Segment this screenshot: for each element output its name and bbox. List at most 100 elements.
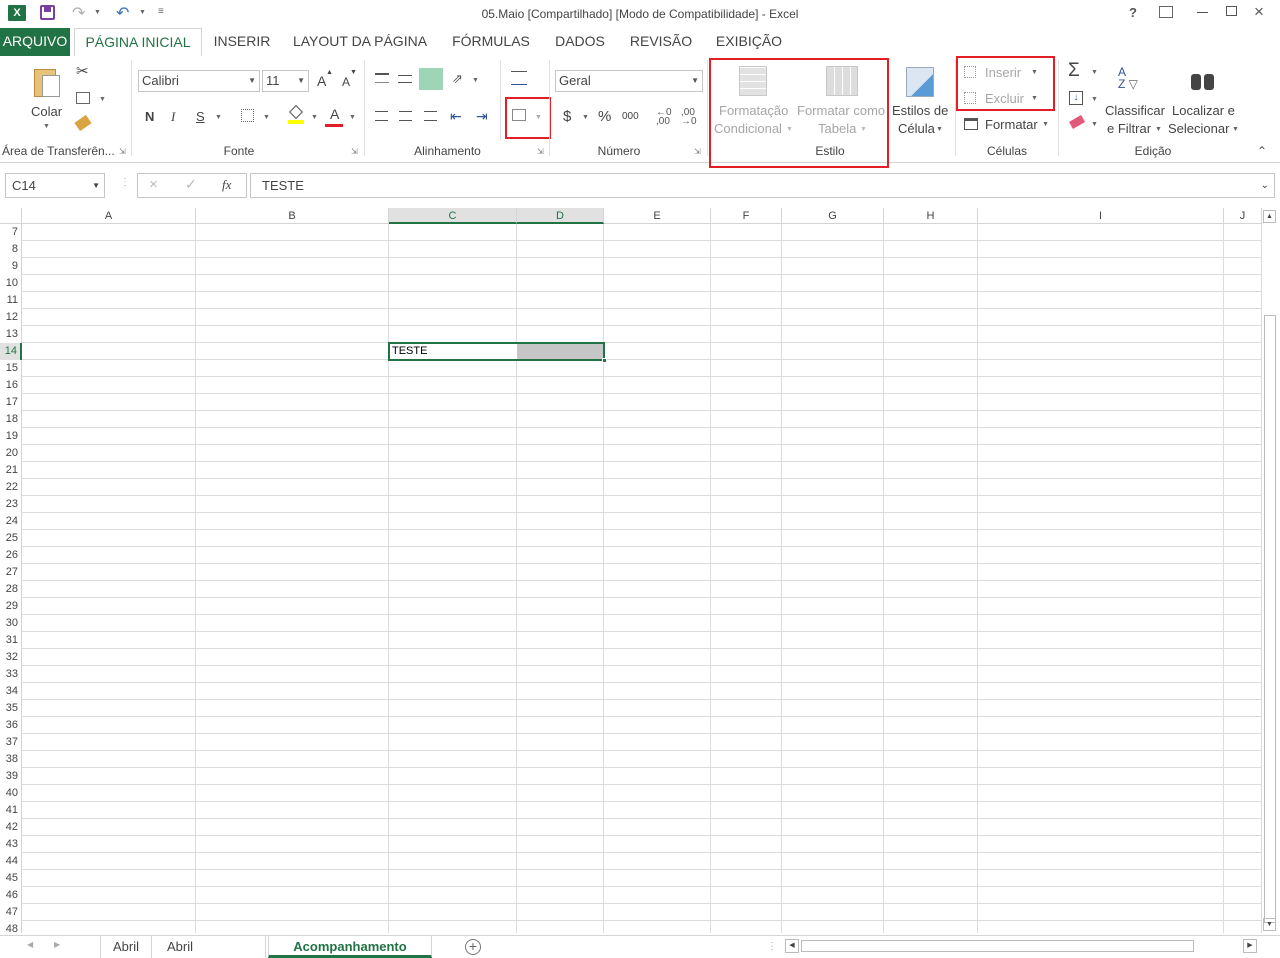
align-center-icon[interactable]: [399, 111, 412, 121]
column-header-g[interactable]: G: [782, 208, 884, 224]
clear-icon[interactable]: [1068, 115, 1086, 129]
scroll-left-icon[interactable]: ◀: [785, 939, 799, 953]
cell-styles-label2[interactable]: Célula: [898, 121, 935, 136]
decrease-decimal-icon[interactable]: ,00 →0: [681, 108, 697, 127]
sort-filter-label1[interactable]: Classificar: [1105, 103, 1165, 118]
comma-style-button[interactable]: 000: [622, 111, 639, 122]
align-top-icon[interactable]: [375, 73, 389, 83]
name-box[interactable]: C14 ▼: [5, 173, 105, 198]
row-header[interactable]: 16: [0, 377, 22, 394]
row-header[interactable]: 30: [0, 615, 22, 632]
row-header[interactable]: 31: [0, 632, 22, 649]
collapse-ribbon-icon[interactable]: ⌃: [1257, 144, 1267, 158]
tab-formulas[interactable]: FÓRMULAS: [446, 28, 536, 56]
column-header-j[interactable]: J: [1224, 208, 1262, 224]
currency-dropdown-icon[interactable]: ▼: [582, 114, 589, 121]
currency-button[interactable]: $: [563, 108, 571, 125]
row-header[interactable]: 19: [0, 428, 22, 445]
row-header[interactable]: 12: [0, 309, 22, 326]
row-header[interactable]: 34: [0, 683, 22, 700]
copy-icon[interactable]: [76, 92, 90, 104]
minimize-button[interactable]: [1197, 12, 1208, 13]
horizontal-scrollbar[interactable]: ◀ ▶: [785, 939, 1261, 955]
percent-button[interactable]: %: [598, 108, 611, 125]
fill-icon[interactable]: ↓: [1069, 91, 1083, 105]
horizontal-scroll-thumb[interactable]: [801, 940, 1194, 952]
save-icon[interactable]: [40, 5, 55, 20]
row-header[interactable]: 27: [0, 564, 22, 581]
row-header[interactable]: 9: [0, 258, 22, 275]
fill-dropdown-icon[interactable]: ▼: [1091, 96, 1098, 103]
column-header-c[interactable]: C: [389, 208, 517, 224]
cell-styles-icon[interactable]: [906, 67, 934, 97]
tab-file[interactable]: ARQUIVO: [0, 28, 70, 56]
undo-icon[interactable]: ↶: [116, 3, 129, 23]
column-header-i[interactable]: I: [978, 208, 1224, 224]
bold-button[interactable]: N: [145, 109, 154, 124]
sheet-tab-acompanhamento[interactable]: Acompanhamento: [268, 936, 432, 958]
font-color-button[interactable]: A: [330, 106, 339, 122]
sheet-tab-abril-1[interactable]: Abril: [100, 936, 152, 958]
underline-dropdown-icon[interactable]: ▼: [215, 114, 222, 121]
orientation-icon[interactable]: ⇗: [452, 71, 463, 87]
help-button[interactable]: ?: [1129, 5, 1137, 20]
undo-dropdown-icon[interactable]: ▼: [139, 9, 146, 16]
sort-filter-icon[interactable]: AZ ▽: [1118, 66, 1152, 96]
fill-color-dropdown-icon[interactable]: ▼: [311, 114, 318, 121]
copy-dropdown-icon[interactable]: ▼: [99, 96, 106, 103]
find-select-label2[interactable]: Selecionar: [1168, 121, 1229, 136]
align-bottom-icon[interactable]: [419, 68, 443, 90]
column-header-a[interactable]: A: [22, 208, 196, 224]
row-header[interactable]: 28: [0, 581, 22, 598]
tab-data[interactable]: DADOS: [548, 28, 612, 56]
tab-home[interactable]: PÁGINA INICIAL: [74, 28, 202, 57]
expand-formula-icon[interactable]: ⌄: [1261, 174, 1269, 197]
cut-icon[interactable]: ✂: [76, 62, 89, 80]
row-header[interactable]: 37: [0, 734, 22, 751]
tab-view[interactable]: EXIBIÇÃO: [708, 28, 790, 56]
format-cells-icon[interactable]: [964, 118, 978, 130]
shrink-font-button[interactable]: A: [342, 75, 350, 89]
worksheet-grid[interactable]: A B C D E F G H I J 7 8 9 10 11 12 13 14 15 16 17 18 19 20 21 22 2…: [0, 208, 1262, 933]
increase-indent-icon[interactable]: ⇥: [476, 108, 488, 125]
column-header-h[interactable]: H: [884, 208, 978, 224]
scroll-right-icon[interactable]: ▶: [1243, 939, 1257, 953]
add-sheet-icon[interactable]: +: [465, 939, 481, 955]
row-header[interactable]: 46: [0, 887, 22, 904]
row-header[interactable]: 40: [0, 785, 22, 802]
split-handle-icon[interactable]: ⋮: [767, 941, 777, 952]
paste-dropdown-icon[interactable]: ▼: [43, 123, 50, 130]
select-all-corner[interactable]: [0, 208, 22, 224]
row-header[interactable]: 47: [0, 904, 22, 921]
row-header[interactable]: 22: [0, 479, 22, 496]
autosum-button[interactable]: Σ: [1068, 60, 1080, 82]
scroll-thumb[interactable]: [1264, 315, 1276, 923]
row-header[interactable]: 13: [0, 326, 22, 343]
sort-filter-dropdown-icon[interactable]: ▼: [1155, 126, 1162, 133]
cell-styles-label1[interactable]: Estilos de: [892, 103, 948, 118]
autosum-dropdown-icon[interactable]: ▼: [1091, 69, 1098, 76]
cell-styles-dropdown-icon[interactable]: ▼: [936, 126, 943, 133]
underline-button[interactable]: S: [196, 109, 205, 124]
paste-button[interactable]: Colar: [31, 104, 62, 119]
cell-c14[interactable]: TESTE: [388, 342, 607, 363]
redo-icon[interactable]: ↷: [72, 3, 85, 23]
find-select-label1[interactable]: Localizar e: [1172, 103, 1235, 118]
fill-color-icon[interactable]: [288, 104, 304, 124]
vertical-scrollbar[interactable]: ▲ ▼: [1262, 208, 1278, 933]
wrap-text-icon[interactable]: [511, 71, 527, 85]
align-middle-icon[interactable]: [398, 75, 412, 83]
ribbon-display-options-icon[interactable]: [1159, 6, 1173, 18]
row-header[interactable]: 44: [0, 853, 22, 870]
row-header[interactable]: 24: [0, 513, 22, 530]
redo-dropdown-icon[interactable]: ▼: [94, 9, 101, 16]
row-header[interactable]: 14: [0, 343, 22, 360]
column-header-e[interactable]: E: [604, 208, 711, 224]
row-header[interactable]: 11: [0, 292, 22, 309]
number-launcher-icon[interactable]: ⇲: [694, 147, 701, 156]
sort-filter-label2[interactable]: e Filtrar: [1107, 121, 1151, 136]
italic-button[interactable]: I: [171, 109, 175, 125]
format-cells-button[interactable]: Formatar: [985, 117, 1038, 132]
font-name-dropdown[interactable]: Calibri ▼: [138, 70, 260, 92]
row-header[interactable]: 33: [0, 666, 22, 683]
